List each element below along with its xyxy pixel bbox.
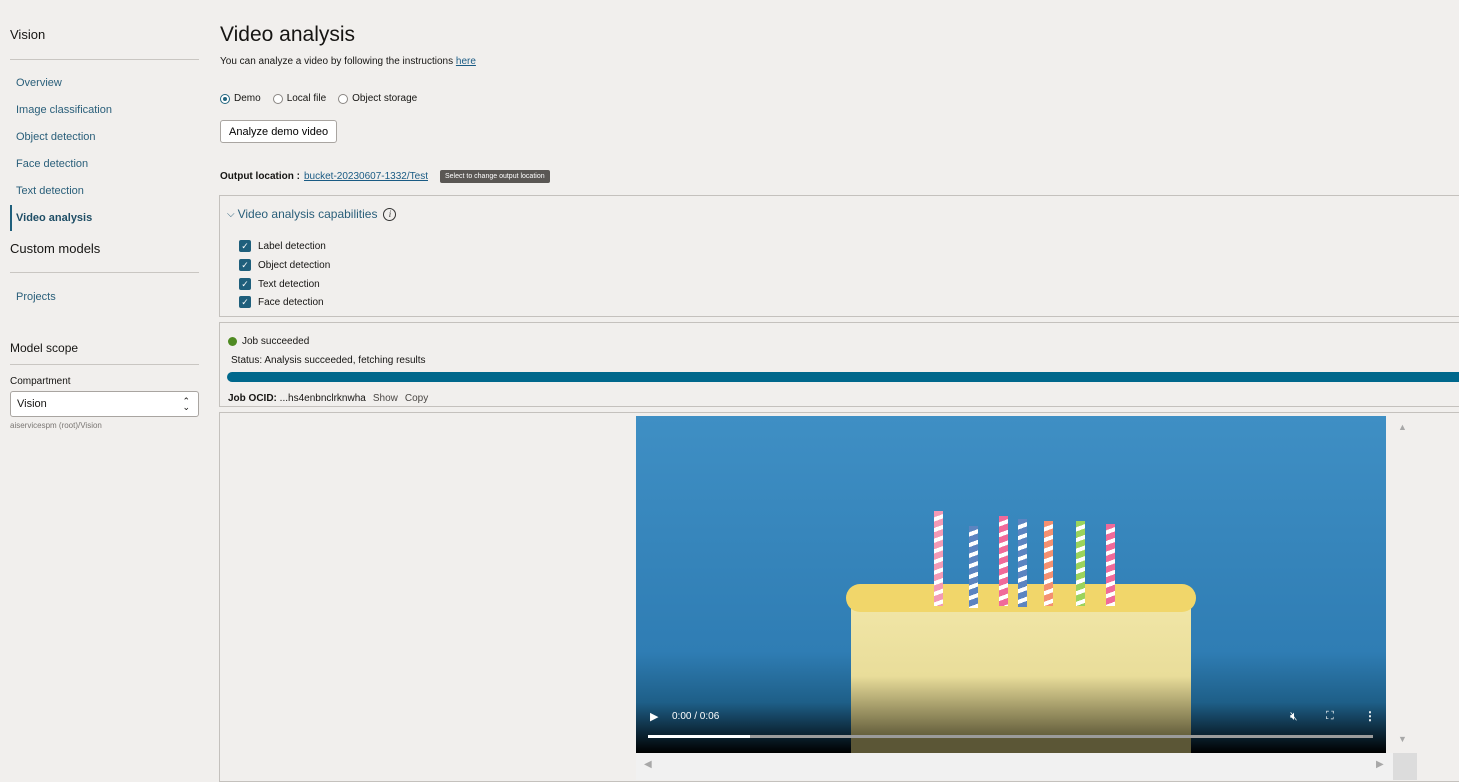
instructions-link[interactable]: here [456,56,476,67]
check-icon[interactable]: ✓ [239,240,251,252]
page-subtitle: You can analyze a video by following the… [220,56,476,67]
horizontal-scrollbar[interactable]: ◀ ▶ [636,753,1393,780]
job-state: Job succeeded [228,336,309,347]
source-radio-group: Demo Local file Object storage [220,93,429,104]
video-time: 0:00 / 0:06 [672,711,720,722]
cake-image [851,596,1191,753]
sidebar-item-video-analysis[interactable]: Video analysis [16,212,92,224]
compartment-select[interactable]: Vision ⌃ ⌄ [10,391,199,417]
video-played-fill [648,735,750,738]
scroll-down-icon[interactable]: ▼ [1398,734,1407,744]
capabilities-title: Video analysis capabilities [237,207,378,221]
job-ocid: Job OCID: ...hs4enbnclrknwha Show Copy [228,393,428,404]
muted-speaker-icon[interactable]: 🔇︎ [1290,709,1298,724]
sidebar-item-image-classification[interactable]: Image classification [16,104,112,116]
radio-button[interactable] [220,93,230,104]
job-ocid-label: Job OCID: [228,393,277,404]
candle [1106,524,1115,606]
candle [999,516,1008,606]
chevron-up-down-icon: ⌃ ⌄ [182,396,190,412]
sidebar-item-object-detection[interactable]: Object detection [16,131,96,143]
compartment-path: aiservicespm (root)/Vision [10,421,102,430]
divider [10,364,199,365]
checkbox-object-detection[interactable]: ✓ Object detection [239,259,330,271]
job-ocid-value: ...hs4enbnclrknwha [279,393,366,404]
radio-label: Object storage [352,93,418,104]
sidebar-item-text-detection[interactable]: Text detection [16,185,84,197]
copy-ocid-link[interactable]: Copy [405,393,428,404]
scroll-up-icon[interactable]: ▲ [1398,422,1407,432]
output-label: Output location : [220,171,300,182]
info-icon[interactable]: i [383,207,397,221]
sidebar-title: Vision [10,27,46,42]
checkbox-label: Face detection [258,296,324,308]
radio-button[interactable] [272,93,283,104]
radio-local-file[interactable]: Local file [272,93,327,104]
output-location-link[interactable]: bucket-20230607-1332/Test [304,171,428,182]
scroll-right-icon[interactable]: ▶ [1376,759,1384,770]
check-icon[interactable]: ✓ [239,296,251,308]
checkbox-face-detection[interactable]: ✓ Face detection [239,296,324,308]
checkbox-label-detection[interactable]: ✓ Label detection [239,240,326,252]
radio-demo[interactable]: Demo [220,93,261,104]
radio-object-storage[interactable]: Object storage [338,93,417,104]
sidebar-item-face-detection[interactable]: Face detection [16,158,88,170]
fullscreen-icon[interactable]: ⛶ [1326,710,1334,723]
sidebar-item-projects[interactable]: Projects [16,291,56,303]
checkbox-label: Label detection [258,240,326,252]
subtitle-text: You can analyze a video by following the… [220,56,454,67]
compartment-label: Compartment [10,376,71,387]
video-seek-bar[interactable] [648,735,1373,738]
candle [1044,521,1053,606]
video-player[interactable]: ▶ 0:00 / 0:06 🔇︎ ⛶ ⋮ [636,416,1386,753]
checkbox-label: Object detection [258,259,331,271]
sidebar-item-overview[interactable]: Overview [16,77,62,89]
capabilities-panel [219,195,1459,317]
compartment-value: Vision [17,398,47,410]
radio-label: Local file [286,93,327,104]
job-state-text: Job succeeded [242,336,310,347]
check-icon[interactable]: ✓ [239,259,251,271]
play-icon[interactable]: ▶ [650,710,658,723]
more-options-icon[interactable]: ⋮ [1364,709,1376,723]
show-ocid-link[interactable]: Show [373,393,398,404]
capabilities-toggle[interactable]: ⌵ Video analysis capabilities i [227,207,397,221]
output-tooltip: Select to change output location [439,170,550,183]
page-title: Video analysis [220,23,356,46]
job-status-text: Status: Analysis succeeded, fetching res… [231,355,426,366]
model-scope-title: Model scope [10,341,79,355]
divider [10,272,199,273]
check-icon[interactable]: ✓ [239,278,251,290]
custom-models-title: Custom models [10,241,101,256]
radio-button[interactable] [338,93,349,104]
checkbox-text-detection[interactable]: ✓ Text detection [239,278,320,290]
candle [934,511,943,606]
candle [969,526,978,608]
candle [1018,519,1027,607]
radio-label: Demo [234,93,261,104]
scrollbar-corner [1393,753,1417,780]
success-dot-icon [228,337,237,346]
analyze-demo-video-button[interactable]: Analyze demo video [220,120,338,143]
divider [10,59,199,60]
chevron-down-icon: ⌵ [227,208,235,220]
scroll-left-icon[interactable]: ◀ [644,759,652,770]
active-indicator [10,205,12,231]
vertical-scrollbar[interactable]: ▲ ▼ [1386,416,1417,753]
checkbox-label: Text detection [258,278,320,290]
output-location: Output location : bucket-20230607-1332/T… [220,170,550,183]
job-progress-bar [227,372,1459,382]
candle [1076,521,1085,606]
